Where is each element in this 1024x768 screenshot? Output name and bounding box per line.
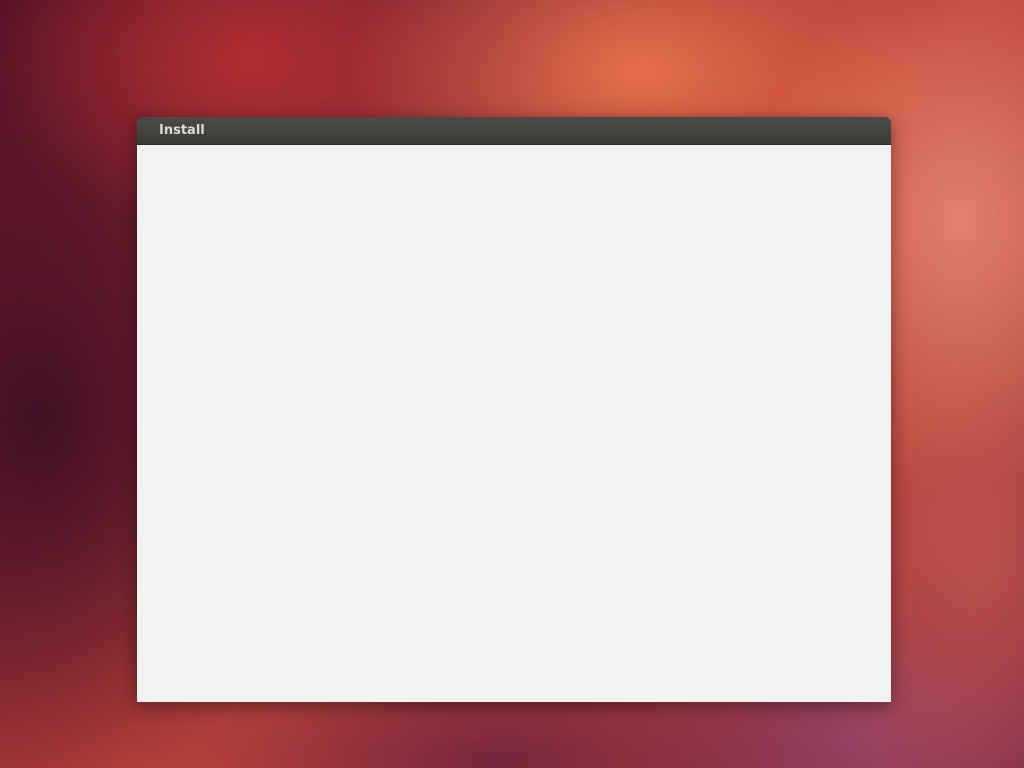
- window-titlebar[interactable]: Install: [137, 117, 891, 145]
- window-title: Install: [159, 123, 205, 138]
- window-content-area: [137, 145, 891, 702]
- installer-window: Install: [137, 117, 891, 702]
